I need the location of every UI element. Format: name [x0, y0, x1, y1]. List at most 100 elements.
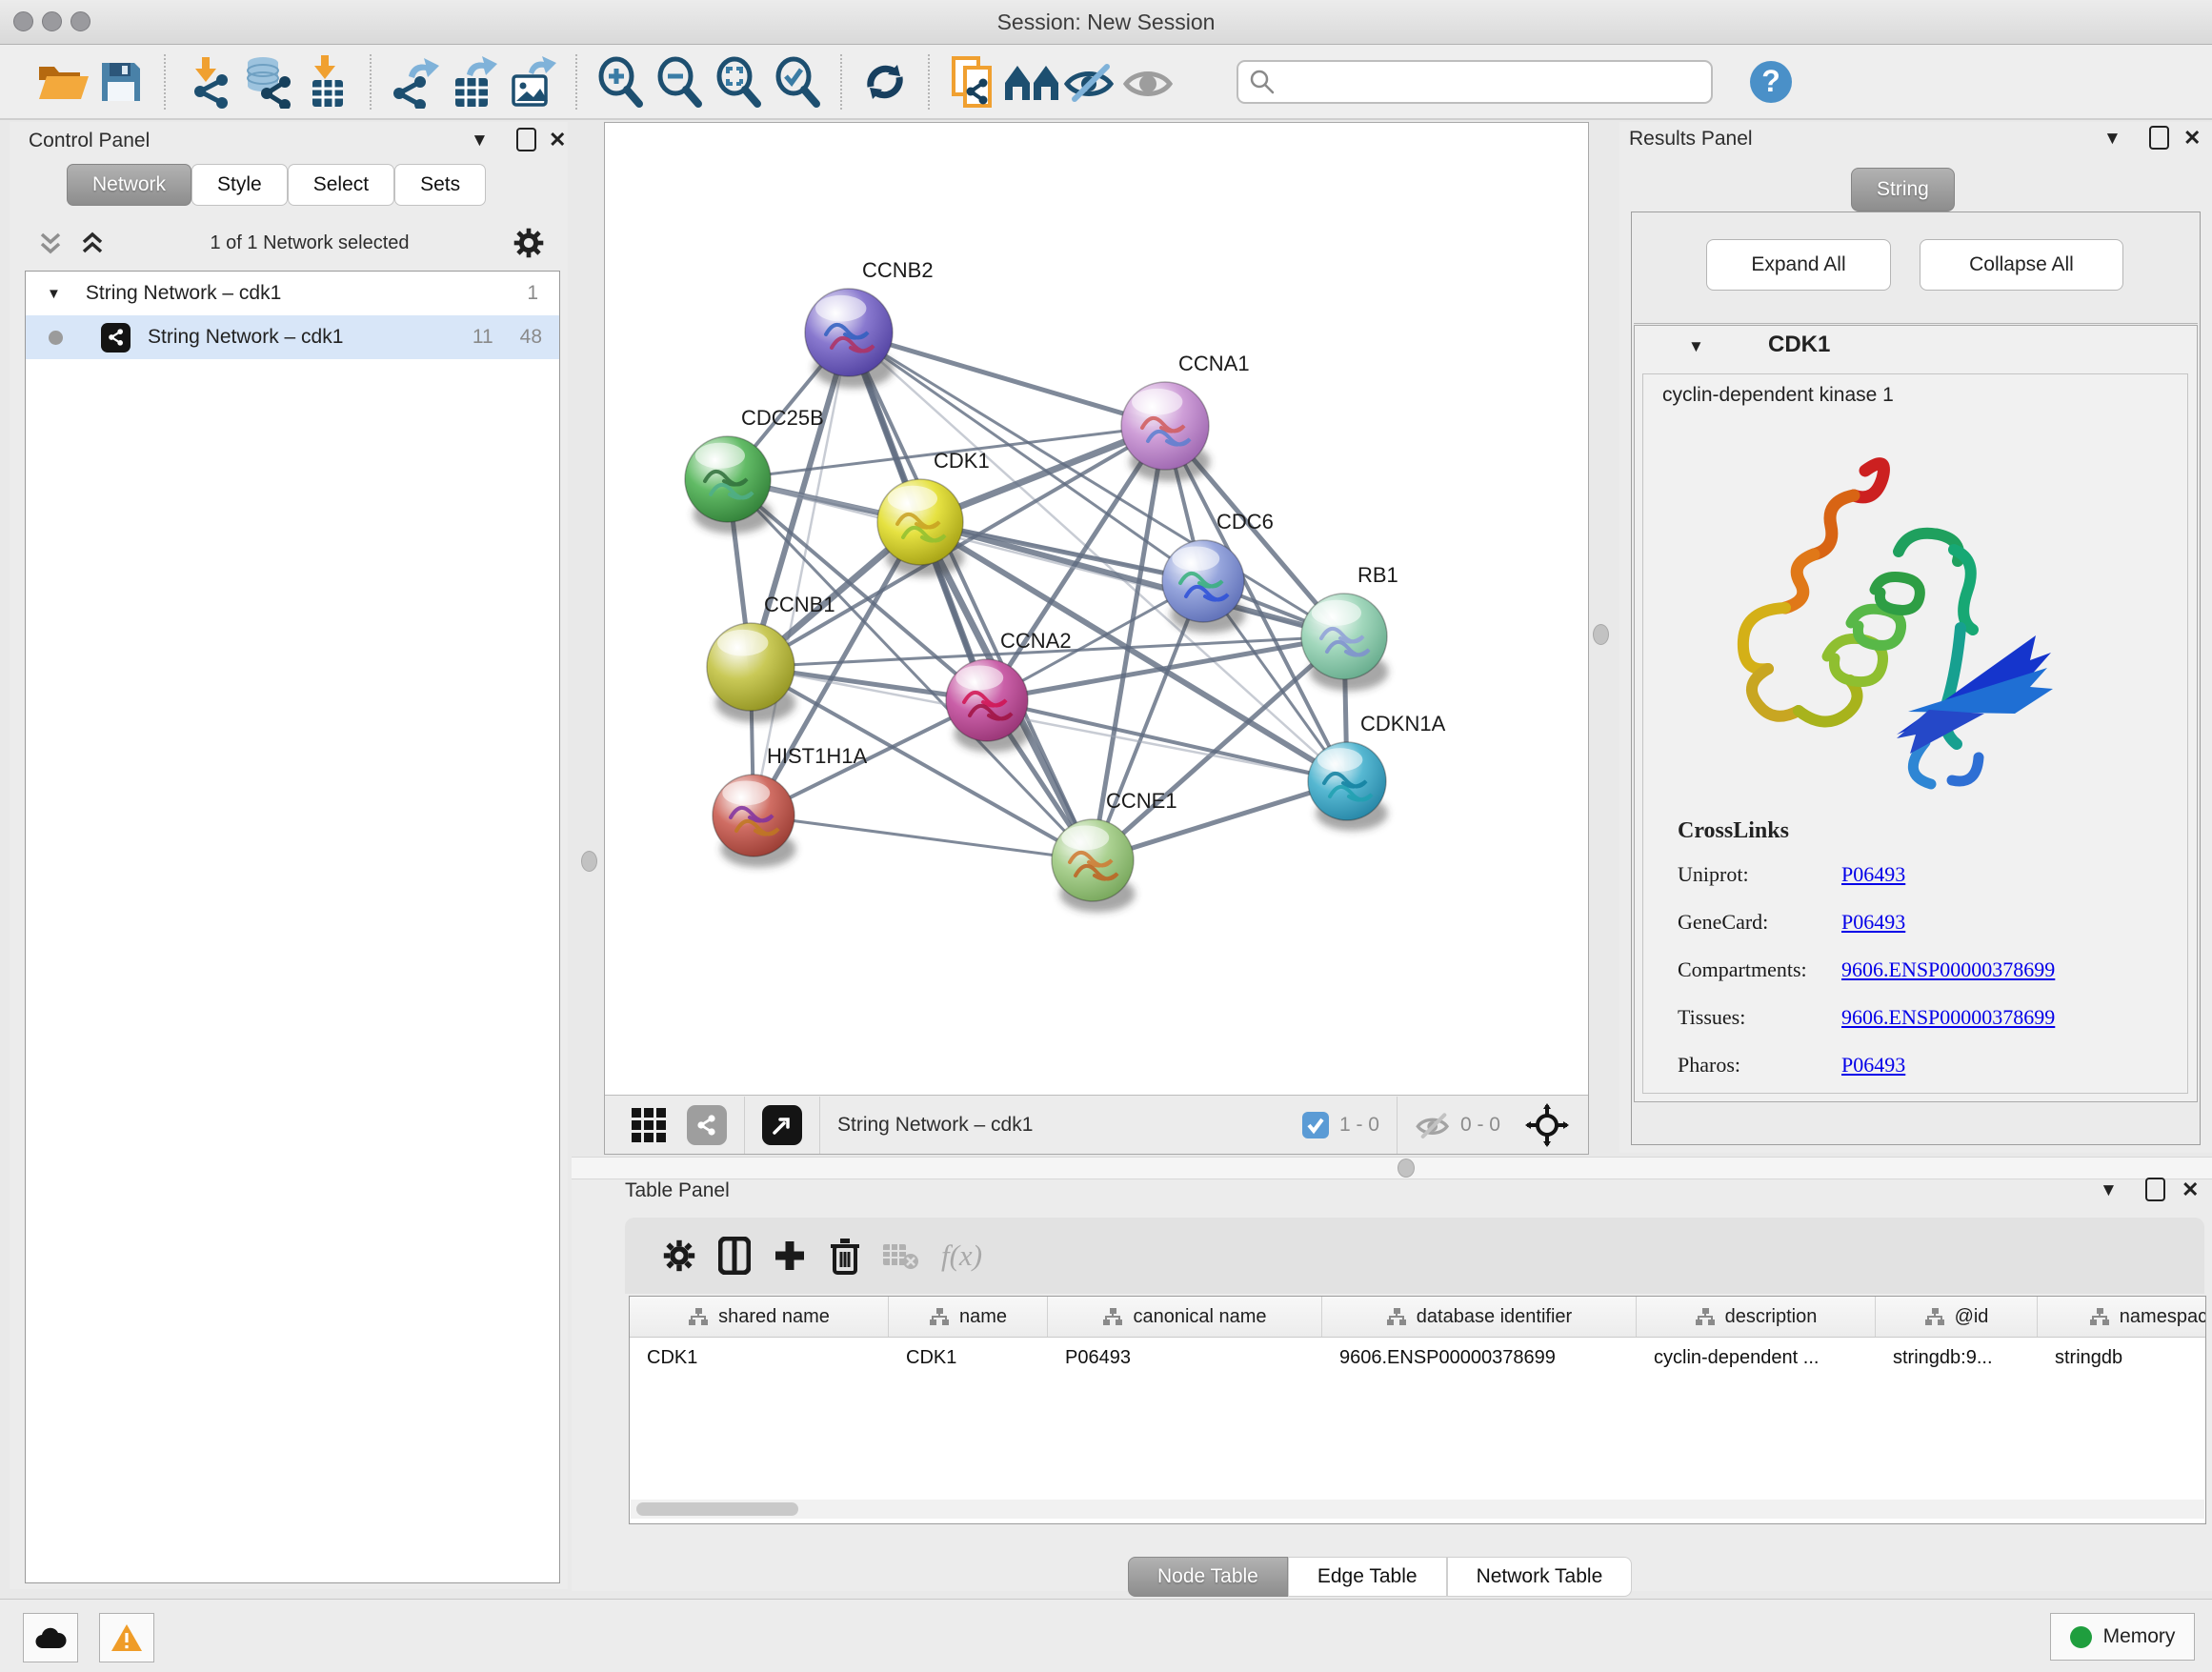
- delete-column-icon[interactable]: [817, 1231, 873, 1280]
- tab-network-table[interactable]: Network Table: [1447, 1557, 1633, 1597]
- zoom-out-button[interactable]: [650, 52, 709, 111]
- network-node-hist1h1a[interactable]: HIST1H1A: [713, 744, 867, 868]
- import-network-database-button[interactable]: [238, 52, 297, 111]
- horizontal-splitter[interactable]: [572, 1157, 2212, 1179]
- results-content-box: Expand All Collapse All ▼ CDK1 cyclin-de…: [1631, 212, 2201, 1145]
- network-node-cdk1[interactable]: CDK1: [877, 449, 990, 576]
- zoom-in-button[interactable]: [591, 52, 650, 111]
- table-cell[interactable]: 9606.ENSP00000378699: [1322, 1347, 1637, 1369]
- table-cell[interactable]: stringdb:9...: [1876, 1347, 2038, 1369]
- network-node-cdkn1a[interactable]: CDKN1A: [1308, 712, 1446, 831]
- crosslink-link[interactable]: P06493: [1841, 1053, 1905, 1078]
- table-hscrollbar[interactable]: [631, 1500, 2204, 1519]
- tab-node-table[interactable]: Node Table: [1128, 1557, 1288, 1597]
- toolbar-separator: [164, 54, 166, 110]
- right-splitter-handle[interactable]: [1593, 624, 1609, 645]
- network-collection-row[interactable]: ▼ String Network – cdk1 1: [26, 272, 559, 315]
- network-edge-count: 48: [520, 326, 542, 349]
- node-table[interactable]: shared namenamecanonical namedatabase id…: [629, 1296, 2206, 1524]
- network-row[interactable]: String Network – cdk1 11 48: [26, 315, 559, 359]
- search-input[interactable]: [1277, 62, 1711, 102]
- table-options-gear-icon[interactable]: [652, 1231, 707, 1280]
- results-panel-menu-icon[interactable]: ▼: [2103, 130, 2122, 148]
- memory-label: Memory: [2103, 1625, 2176, 1648]
- network-options-gear-icon[interactable]: [513, 227, 545, 259]
- table-cell[interactable]: P06493: [1048, 1347, 1322, 1369]
- pan-crosshair-icon[interactable]: [1525, 1103, 1569, 1147]
- export-image-button[interactable]: [503, 52, 562, 111]
- tab-edge-table[interactable]: Edge Table: [1288, 1557, 1447, 1597]
- network-canvas[interactable]: CCNB2CCNA1CDC25BCDK1CDC6RB1CCNB1CCNA2CDK…: [605, 123, 1588, 1095]
- tab-style[interactable]: Style: [191, 164, 288, 206]
- import-network-file-button[interactable]: [179, 52, 238, 111]
- import-table-button[interactable]: [297, 52, 356, 111]
- first-neighbors-button[interactable]: [1002, 52, 1061, 111]
- left-splitter-handle[interactable]: [581, 851, 597, 872]
- network-node-rb1[interactable]: RB1: [1301, 563, 1398, 691]
- section-collapse-icon[interactable]: ▼: [1688, 337, 1704, 356]
- zoom-in-icon: [594, 56, 646, 108]
- column-header-name[interactable]: name: [889, 1297, 1048, 1337]
- network-node-ccna1[interactable]: CCNA1: [1121, 352, 1250, 481]
- new-network-from-selection-button[interactable]: [943, 52, 1002, 111]
- selected-checkbox-icon[interactable]: [1301, 1111, 1330, 1139]
- control-panel-close-icon[interactable]: ✕: [549, 130, 566, 151]
- horizontal-splitter-handle[interactable]: [1398, 1158, 1415, 1178]
- hide-selected-button[interactable]: [1061, 52, 1120, 111]
- save-session-button[interactable]: [91, 52, 151, 111]
- collapse-all-button[interactable]: Collapse All: [1920, 239, 2123, 291]
- control-panel-menu-icon[interactable]: ▼: [471, 131, 489, 150]
- node-label: CDC6: [1217, 510, 1274, 534]
- column-header-database-identifier[interactable]: database identifier: [1322, 1297, 1637, 1337]
- table-panel-close-icon[interactable]: ✕: [2182, 1179, 2199, 1200]
- open-session-button[interactable]: [32, 52, 91, 111]
- show-all-button[interactable]: [1120, 52, 1179, 111]
- table-cell[interactable]: cyclin-dependent ...: [1637, 1347, 1876, 1369]
- column-header-namespace[interactable]: namespace: [2038, 1297, 2206, 1337]
- control-panel-float-icon[interactable]: [516, 128, 536, 151]
- collapse-all-icon[interactable]: [36, 229, 65, 257]
- save-floppy-icon: [96, 57, 146, 107]
- crosslink-link[interactable]: 9606.ENSP00000378699: [1841, 957, 2055, 982]
- cloud-button[interactable]: [23, 1613, 78, 1662]
- table-cell[interactable]: CDK1: [630, 1347, 889, 1369]
- tab-network[interactable]: Network: [67, 164, 191, 206]
- expand-all-button[interactable]: Expand All: [1706, 239, 1891, 291]
- add-column-icon[interactable]: [762, 1231, 817, 1280]
- help-button[interactable]: ?: [1741, 52, 1800, 111]
- column-header-description[interactable]: description: [1637, 1297, 1876, 1337]
- show-columns-icon[interactable]: [707, 1231, 762, 1280]
- results-panel-close-icon[interactable]: ✕: [2183, 128, 2201, 149]
- crosslink-link[interactable]: 9606.ENSP00000378699: [1841, 1005, 2055, 1030]
- expand-all-icon[interactable]: [78, 229, 107, 257]
- tab-string[interactable]: String: [1851, 168, 1955, 212]
- network-node-ccnb2[interactable]: CCNB2: [805, 258, 934, 388]
- tab-select[interactable]: Select: [288, 164, 394, 206]
- zoom-selected-button[interactable]: [768, 52, 827, 111]
- memory-button[interactable]: Memory: [2050, 1613, 2195, 1661]
- crosslink-link[interactable]: P06493: [1841, 862, 1905, 887]
- export-network-button[interactable]: [385, 52, 444, 111]
- table-panel-float-icon[interactable]: [2145, 1178, 2165, 1201]
- table-cell[interactable]: CDK1: [889, 1347, 1048, 1369]
- birdseye-grid-icon[interactable]: [630, 1106, 668, 1144]
- open-in-new-window-icon[interactable]: [762, 1105, 802, 1145]
- table-panel-menu-icon[interactable]: ▼: [2100, 1181, 2118, 1199]
- table-row[interactable]: CDK1CDK1P064939606.ENSP00000378699cyclin…: [630, 1338, 2205, 1378]
- warnings-button[interactable]: [99, 1613, 154, 1662]
- table-cell[interactable]: stringdb: [2038, 1347, 2206, 1369]
- network-share-icon[interactable]: [687, 1105, 727, 1145]
- column-header-shared-name[interactable]: shared name: [630, 1297, 889, 1337]
- collection-expand-icon[interactable]: ▼: [47, 286, 61, 302]
- export-table-button[interactable]: [444, 52, 503, 111]
- network-node-ccne1[interactable]: CCNE1: [1052, 789, 1177, 913]
- column-header--id[interactable]: @id: [1876, 1297, 2038, 1337]
- search-box[interactable]: [1237, 60, 1713, 104]
- tab-sets[interactable]: Sets: [394, 164, 486, 206]
- table-hscrollbar-thumb[interactable]: [636, 1502, 798, 1516]
- zoom-fit-button[interactable]: [709, 52, 768, 111]
- column-header-canonical-name[interactable]: canonical name: [1048, 1297, 1322, 1337]
- results-panel-float-icon[interactable]: [2149, 126, 2169, 150]
- apply-layout-button[interactable]: [855, 52, 915, 111]
- crosslink-link[interactable]: P06493: [1841, 910, 1905, 935]
